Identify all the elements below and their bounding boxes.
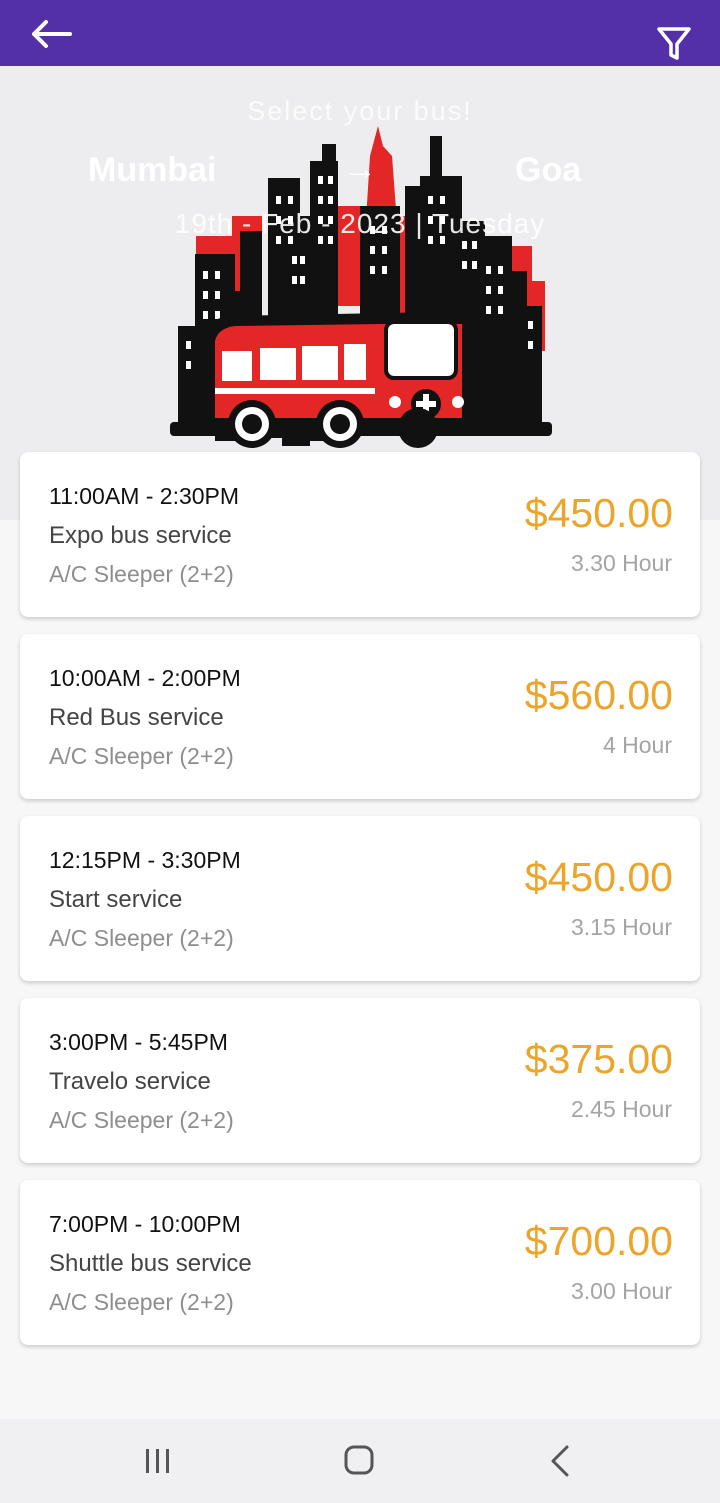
bus-price: $375.00 <box>524 1036 673 1082</box>
bus-name: Shuttle bus service <box>49 1250 252 1277</box>
bus-name: Travelo service <box>49 1068 211 1095</box>
bus-duration: 3.00 Hour <box>570 1278 672 1304</box>
filter-icon[interactable] <box>656 26 692 62</box>
back-chevron-icon[interactable] <box>541 1443 581 1479</box>
system-nav-bar <box>0 1419 720 1503</box>
page-subtitle: Select your bus! <box>247 96 473 126</box>
bus-name: Expo bus service <box>49 522 232 549</box>
bus-price: $560.00 <box>524 672 673 718</box>
bus-price: $450.00 <box>524 490 673 536</box>
bus-duration: 4 Hour <box>602 732 672 758</box>
bus-time: 7:00PM - 10:00PM <box>49 1211 241 1237</box>
bus-time: 12:15PM - 3:30PM <box>49 847 241 873</box>
recents-icon[interactable] <box>138 1443 178 1479</box>
route-arrow-icon: → <box>343 150 377 188</box>
home-icon[interactable] <box>339 1443 379 1479</box>
bus-type: A/C Sleeper (2+2) <box>49 743 234 769</box>
bus-type: A/C Sleeper (2+2) <box>49 1289 234 1315</box>
bus-duration: 2.45 Hour <box>570 1096 672 1122</box>
bus-price: $700.00 <box>524 1218 673 1264</box>
bus-name: Red Bus service <box>49 704 224 731</box>
bus-name: Start service <box>49 886 183 913</box>
bus-card[interactable]: 11:00AM - 2:30PM Expo bus service A/C Sl… <box>20 452 700 617</box>
bus-list: 11:00AM - 2:30PM Expo bus service A/C Sl… <box>20 452 700 1362</box>
bus-type: A/C Sleeper (2+2) <box>49 561 234 587</box>
travel-date: 19th - Feb - 2023 | Tuesday <box>174 208 546 239</box>
bus-card[interactable]: 7:00PM - 10:00PM Shuttle bus service A/C… <box>20 1180 700 1345</box>
bus-type: A/C Sleeper (2+2) <box>49 1107 234 1133</box>
bus-card[interactable]: 3:00PM - 5:45PM Travelo service A/C Slee… <box>20 998 700 1163</box>
bus-time: 10:00AM - 2:00PM <box>49 665 241 691</box>
bus-duration: 3.30 Hour <box>570 550 672 576</box>
bus-card[interactable]: 10:00AM - 2:00PM Red Bus service A/C Sle… <box>20 634 700 799</box>
bus-price: $450.00 <box>524 854 673 900</box>
origin-city: Mumbai <box>88 151 217 189</box>
destination-city: Goa <box>515 151 582 189</box>
bus-duration: 3.15 Hour <box>570 914 672 940</box>
arrow-left-icon[interactable] <box>28 19 72 49</box>
bus-time: 11:00AM - 2:30PM <box>49 483 240 509</box>
app-bar <box>0 0 720 66</box>
bus-time: 3:00PM - 5:45PM <box>49 1029 228 1055</box>
bus-card[interactable]: 12:15PM - 3:30PM Start service A/C Sleep… <box>20 816 700 981</box>
bus-type: A/C Sleeper (2+2) <box>49 925 234 951</box>
